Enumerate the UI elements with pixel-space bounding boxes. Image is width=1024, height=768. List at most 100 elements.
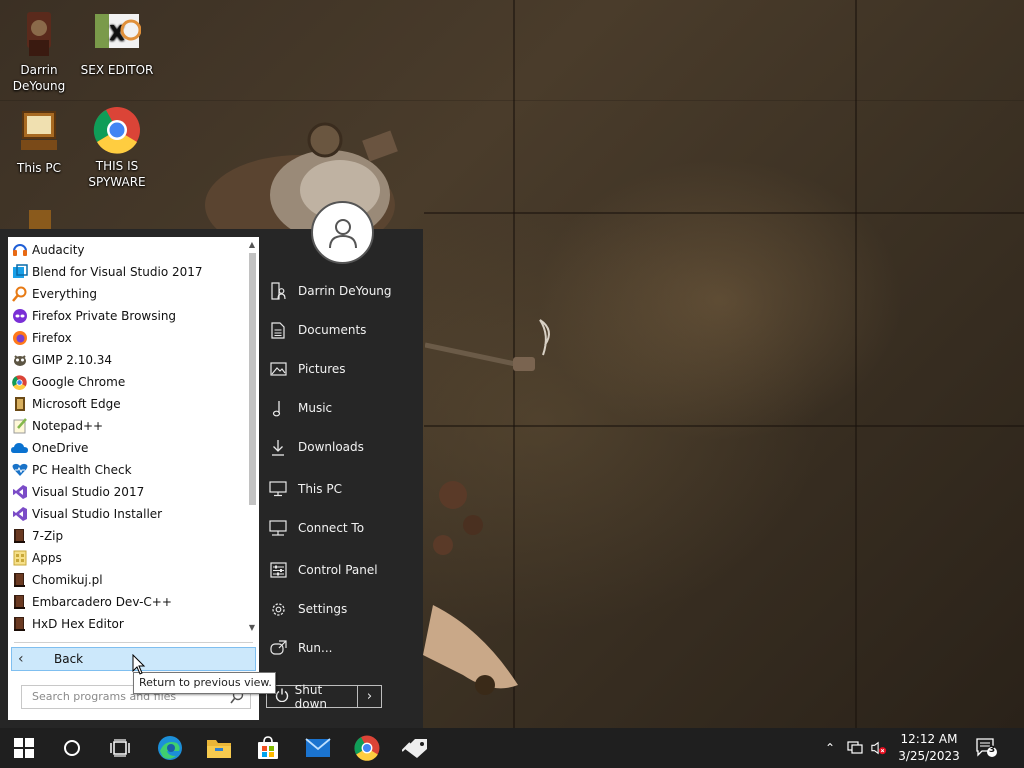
start-place-item[interactable]: Music <box>268 395 418 421</box>
blend-icon <box>11 264 28 281</box>
program-list-item[interactable]: PC Health Check <box>8 459 244 481</box>
apps-folder-icon <box>11 550 28 567</box>
desktop-icon-hxd[interactable]: X SEX EDITOR <box>78 10 156 78</box>
hxd-icon: X <box>93 10 142 58</box>
desktop-icon-label: This PC <box>17 161 61 175</box>
back-button-label: Back <box>54 652 84 666</box>
chrome-icon <box>11 374 28 391</box>
start-place-label: This PC <box>298 482 342 496</box>
start-place-item[interactable]: Documents <box>268 317 418 343</box>
program-label: Firefox Private Browsing <box>32 309 177 323</box>
shutdown-options-button[interactable]: › <box>358 685 382 708</box>
program-list-item[interactable]: Visual Studio Installer <box>8 503 244 525</box>
notepadpp-icon <box>11 418 28 435</box>
program-list-item[interactable]: Google Chrome <box>8 371 244 393</box>
control-panel-icon <box>268 560 288 580</box>
desktop-icon-label: SEX EDITOR <box>80 63 154 77</box>
start-place-item[interactable]: Run... <box>268 635 418 661</box>
program-list-item[interactable]: Firefox <box>8 327 244 349</box>
program-label: HxD Hex Editor <box>32 617 124 631</box>
firefox-icon <box>11 330 28 347</box>
microsoft-store-icon <box>258 736 278 759</box>
start-place-item[interactable]: Connect To <box>268 515 418 541</box>
taskbar-chrome[interactable] <box>343 728 391 768</box>
wallpaper-pipe-art <box>425 319 550 371</box>
program-label: Firefox <box>32 331 72 345</box>
start-place-item[interactable]: Control Panel <box>268 557 418 583</box>
task-view-button[interactable] <box>96 728 144 768</box>
volume-muted-icon[interactable] <box>871 740 887 756</box>
taskbar-edge[interactable] <box>146 728 194 768</box>
scroll-up-arrow-icon[interactable]: ▲ <box>245 238 259 252</box>
taskbar-mail[interactable] <box>294 728 342 768</box>
start-place-label: Pictures <box>298 362 346 376</box>
program-list-item[interactable]: Embarcadero Dev-C++ <box>8 591 244 613</box>
program-list-item[interactable]: OneDrive <box>8 437 244 459</box>
start-place-item[interactable]: Downloads <box>268 434 418 460</box>
folder-book-icon <box>11 572 28 589</box>
start-place-label: Control Panel <box>298 563 378 577</box>
task-view-icon <box>110 739 130 757</box>
desktop-icon-chrome[interactable]: THIS IS SPYWARE <box>78 106 156 190</box>
computer-icon <box>268 479 288 499</box>
program-label: Audacity <box>32 243 85 257</box>
start-place-item[interactable]: Settings <box>268 596 418 622</box>
mouse-cursor-icon <box>132 654 146 675</box>
program-list-item[interactable]: Visual Studio 2017 <box>8 481 244 503</box>
back-button-tooltip: Return to previous view. <box>133 672 276 694</box>
chevron-right-icon: › <box>366 689 373 704</box>
mail-icon <box>305 738 331 757</box>
desktop-icon-label: Darrin DeYoung <box>12 63 66 93</box>
user-folder-icon <box>268 281 288 301</box>
taskbar-file-explorer[interactable] <box>195 728 243 768</box>
folder-book-icon <box>11 594 28 611</box>
program-list-item[interactable]: HxD Hex Editor <box>8 613 244 635</box>
desktop-icon-user-folder[interactable]: Darrin DeYoung <box>0 10 78 94</box>
cortana-button[interactable] <box>48 728 96 768</box>
program-list-item[interactable]: Firefox Private Browsing <box>8 305 244 327</box>
firefox-private-icon <box>11 308 28 325</box>
start-place-label: Run... <box>298 641 333 655</box>
notification-count: 3 <box>988 745 996 755</box>
program-list-item[interactable]: Everything <box>8 283 244 305</box>
folder-book-icon <box>11 528 28 545</box>
program-list-item[interactable]: Chomikuj.pl <box>8 569 244 591</box>
chevron-left-icon: ‹ <box>18 651 24 667</box>
network-icon[interactable] <box>847 740 863 756</box>
program-list: Audacity Blend for Visual Studio 2017 Ever… <box>8 239 244 635</box>
downloads-icon <box>268 437 288 457</box>
program-list-item[interactable]: Audacity <box>8 239 244 261</box>
start-place-item[interactable]: Darrin DeYoung <box>268 278 418 304</box>
program-label: Microsoft Edge <box>32 397 121 411</box>
start-place-item[interactable]: Pictures <box>268 356 418 382</box>
start-place-item[interactable]: This PC <box>268 476 418 502</box>
audacity-icon <box>11 242 28 259</box>
taskbar-clock[interactable]: 12:12 AM 3/25/2023 <box>890 731 968 765</box>
desktop-icon-this-pc[interactable]: This PC <box>0 108 78 176</box>
shutdown-button[interactable]: Shut down <box>266 683 358 711</box>
taskbar-tag-app[interactable] <box>392 728 440 768</box>
user-avatar[interactable] <box>311 201 374 264</box>
program-list-item[interactable]: Apps <box>8 547 244 569</box>
program-list-item[interactable]: Microsoft Edge <box>8 393 244 415</box>
start-place-label: Darrin DeYoung <box>298 284 392 298</box>
program-list-item[interactable]: Notepad++ <box>8 415 244 437</box>
tag-app-icon <box>402 739 427 758</box>
pictures-icon <box>268 359 288 379</box>
scroll-down-arrow-icon[interactable]: ▼ <box>245 621 259 635</box>
program-list-item[interactable]: Blend for Visual Studio 2017 <box>8 261 244 283</box>
taskbar-store[interactable] <box>244 728 292 768</box>
program-list-scrollbar[interactable]: ▲ ▼ <box>245 237 259 637</box>
program-label: GIMP 2.10.34 <box>32 353 113 367</box>
start-button[interactable] <box>0 728 48 768</box>
program-list-item[interactable]: GIMP 2.10.34 <box>8 349 244 371</box>
gear-icon <box>268 599 288 619</box>
scrollbar-thumb[interactable] <box>249 253 256 505</box>
show-hidden-icons-chevron-up-icon[interactable]: ⌃ <box>822 740 838 756</box>
cortana-icon <box>64 740 80 756</box>
program-list-item[interactable]: 7-Zip <box>8 525 244 547</box>
program-label: Notepad++ <box>32 419 104 433</box>
start-place-label: Downloads <box>298 440 364 454</box>
notification-center-button[interactable]: 3 <box>976 738 998 758</box>
music-icon <box>268 398 288 418</box>
